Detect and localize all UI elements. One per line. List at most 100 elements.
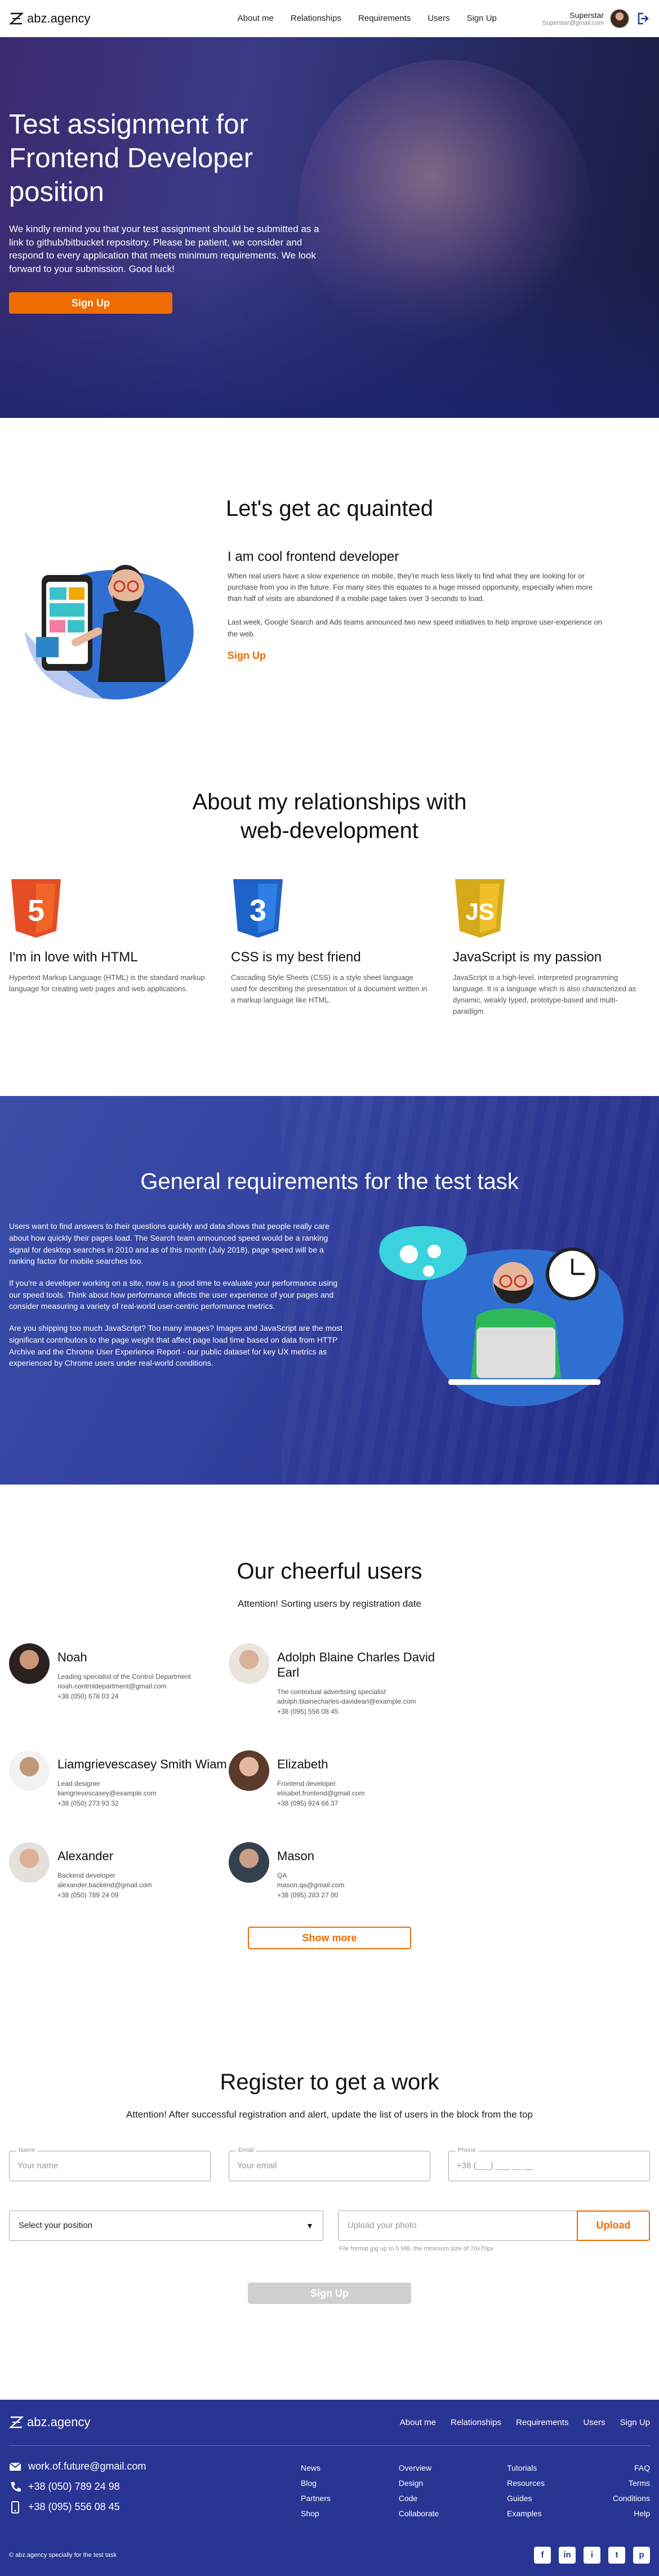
footer-logo[interactable]: abz.agency [9,2415,91,2430]
requirements-paragraph-3: Are you shipping too much JavaScript? To… [9,1323,342,1368]
requirements-paragraph-1: Users want to find answers to their ques… [9,1222,330,1266]
users-section: Our cheerful users Attention! Sorting us… [0,1485,659,1949]
acquainted-signup-link[interactable]: Sign Up [228,650,266,662]
phone-field[interactable]: Phone +38 (___) ___ __ __ [448,2146,650,2181]
user-card-name: Mason [277,1848,315,1863]
pinterest-icon[interactable]: p [633,2546,650,2564]
upload-control: Upload your photo Upload [338,2210,650,2241]
nav-relationships[interactable]: Relationships [291,14,341,23]
acquainted-paragraph-1: When real users have a slow experience o… [228,572,593,603]
logout-icon[interactable] [635,11,650,26]
site-header: abz.agency About me Relationships Requir… [0,0,659,37]
nav-users[interactable]: Users [428,14,449,23]
footer-link[interactable]: Tutorials [507,2461,545,2476]
hero-section: Test assignment for Frontend Developer p… [0,37,659,418]
footer-link[interactable]: Examples [507,2506,545,2521]
dropdown-arrow-icon: ▼ [306,2221,314,2230]
phone-icon [11,2481,21,2492]
user-card-position: QA [277,1871,287,1879]
user-card-phone: +38 (050) 678 03 24 [57,1692,119,1700]
avatar[interactable] [609,8,630,29]
card-js: JS JavaScript is my passion JavaScript i… [453,878,650,1018]
footer-nav-about[interactable]: About me [400,2418,436,2427]
footer-link[interactable]: Partners [301,2491,331,2506]
footer-link[interactable]: Design [399,2476,439,2491]
footer-phone-2[interactable]: +38 (095) 556 08 45 [9,2501,146,2513]
footer-link[interactable]: FAQ [613,2461,650,2476]
hero-title: Test assignment for Frontend Developer p… [9,109,253,207]
hero-text: We kindly remind you that your test assi… [9,224,319,274]
footer-link[interactable]: Resources [507,2476,545,2491]
footer-link[interactable]: Blog [301,2476,331,2491]
user-card-phone: +38 (095) 556 08 45 [277,1707,339,1715]
card-html: 5 I'm in love with HTML Hypertext Markup… [9,878,206,1018]
copyright: © abz.agency specially for the test task [9,2551,117,2559]
user-photo [229,1842,269,1883]
user-card-name: Noah [57,1650,87,1665]
svg-text:JS: JS [465,898,494,925]
user-card-email: adolph.blainecharles-davidearl@example.c… [277,1697,416,1706]
footer-nav-signup[interactable]: Sign Up [620,2418,650,2427]
footer-col-2: Overview Design Code Collaborate [399,2461,439,2521]
social-links: f in i t p [534,2546,650,2564]
footer-link[interactable]: Code [399,2491,439,2506]
footer-link[interactable]: Conditions [613,2491,650,2506]
footer-link[interactable]: Collaborate [399,2506,439,2521]
logo-icon [9,12,24,24]
user-card: Mason QA mason.qa@gmail.com +38 (095) 283 … [229,1842,448,1900]
footer-link[interactable]: Guides [507,2491,545,2506]
footer-col-3: Tutorials Resources Guides Examples [507,2461,545,2521]
javascript-icon: JS [455,879,505,938]
name-label: Name [16,2146,38,2154]
footer-link[interactable]: Help [613,2506,650,2521]
user-card-phone: +38 (050) 789 24 09 [57,1891,119,1899]
about-title: About my relationships with web-developm… [192,790,467,843]
register-form: Name Your name Email Your email Phone +3… [0,2146,659,2252]
nav-signup[interactable]: Sign Up [467,14,497,23]
user-email: Superstar@gmail.com [542,19,604,26]
user-card-email: mason.qa@gmail.com [277,1881,345,1889]
footer-nav-relationships[interactable]: Relationships [451,2418,501,2427]
svg-text:3: 3 [250,894,266,928]
upload-button[interactable]: Upload [577,2210,650,2241]
footer-phone-1[interactable]: +38 (050) 789 24 98 [9,2481,146,2493]
footer-link[interactable]: News [301,2461,331,2476]
instagram-icon[interactable]: i [584,2546,600,2564]
facebook-icon[interactable]: f [534,2546,551,2564]
upload-input[interactable]: Upload your photo [338,2210,577,2241]
user-card-phone: +38 (050) 273 93 32 [57,1799,119,1807]
developer-illustration [25,564,194,699]
footer-nav-users[interactable]: Users [583,2418,605,2427]
email-field[interactable]: Email Your email [229,2146,430,2181]
user-card: Adolph Blaine Charles David Earl The con… [229,1643,448,1717]
card-css-title: CSS is my best friend [231,949,361,965]
user-photo [9,1750,50,1791]
nav-requirements[interactable]: Requirements [358,14,411,23]
mail-icon [9,2462,21,2471]
user-card: Elizabeth Frontend developer elisabet.fro… [229,1750,448,1808]
footer-link[interactable]: Overview [399,2461,439,2476]
footer-email[interactable]: work.of.future@gmail.com [9,2461,146,2473]
position-select-value: Select your position [19,2221,92,2231]
acquainted-title: Let's get ac quainted [226,496,433,521]
register-subtitle: Attention! After successful registration… [126,2109,533,2120]
footer-link[interactable]: Terms [613,2476,650,2491]
footer-nav-requirements[interactable]: Requirements [516,2418,568,2427]
register-signup-button[interactable]: Sign Up [248,2282,411,2304]
upload-hint: File format jpg up to 5 MB, the minimum … [339,2245,494,2252]
user-card-email: liamgrievescasey@example.com [57,1789,157,1798]
acquainted-section: Let's get ac quainted I am cool frontend… [0,418,659,705]
twitter-icon[interactable]: t [608,2546,625,2564]
nav-about[interactable]: About me [238,14,274,23]
users-subtitle: Attention! Sorting users by registration… [237,1598,421,1610]
show-more-button[interactable]: Show more [248,1926,411,1949]
linkedin-icon[interactable]: in [559,2546,576,2564]
hero-signup-button[interactable]: Sign Up [9,292,172,314]
user-card-email: alexander.backend@gmail.com [57,1881,152,1889]
mobile-icon [11,2501,19,2513]
position-select[interactable]: Select your position ▼ [9,2210,323,2241]
logo[interactable]: abz.agency [9,11,91,26]
footer-link[interactable]: Shop [301,2506,331,2521]
user-card-position: Leading specialist of the Control Depart… [57,1672,191,1681]
name-field[interactable]: Name Your name [9,2146,211,2181]
